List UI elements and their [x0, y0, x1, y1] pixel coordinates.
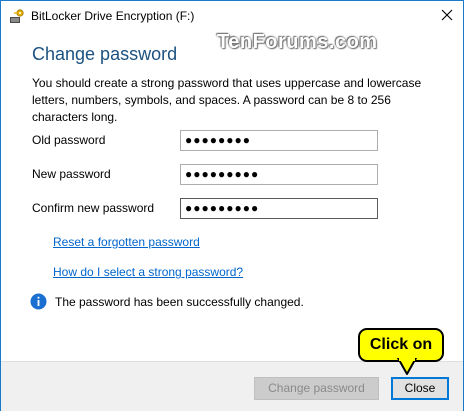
description: You should create a strong password that… [32, 76, 422, 124]
button-bar: Change password Close [1, 361, 463, 411]
page-title: Change password [32, 44, 178, 64]
reset-password-link[interactable]: Reset a forgotten password [53, 235, 200, 249]
callout-pointer-icon [397, 358, 417, 375]
bitlocker-key-icon [10, 9, 24, 23]
strong-password-help-link[interactable]: How do I select a strong password? [53, 265, 243, 279]
confirm-password-label: Confirm new password [32, 201, 155, 215]
new-password-input[interactable]: ●●●●●●●●● [180, 164, 378, 185]
confirm-password-input[interactable]: ●●●●●●●●● [180, 198, 378, 219]
close-button[interactable]: Close [391, 377, 449, 400]
status-message: The password has been successfully chang… [55, 295, 304, 309]
click-on-callout: Click on [358, 328, 444, 362]
info-icon [30, 293, 47, 310]
window-title: BitLocker Drive Encryption (F:) [31, 9, 195, 23]
old-password-label: Old password [32, 133, 106, 147]
watermark: TenForums.com [217, 31, 378, 53]
title-bar: BitLocker Drive Encryption (F:) [1, 1, 463, 31]
dialog-content: Change password TenForums.com You should… [1, 31, 463, 360]
close-window-icon[interactable] [439, 7, 455, 23]
old-password-input[interactable]: ●●●●●●●● [180, 130, 378, 151]
change-password-button[interactable]: Change password [254, 377, 379, 400]
new-password-label: New password [32, 167, 111, 181]
